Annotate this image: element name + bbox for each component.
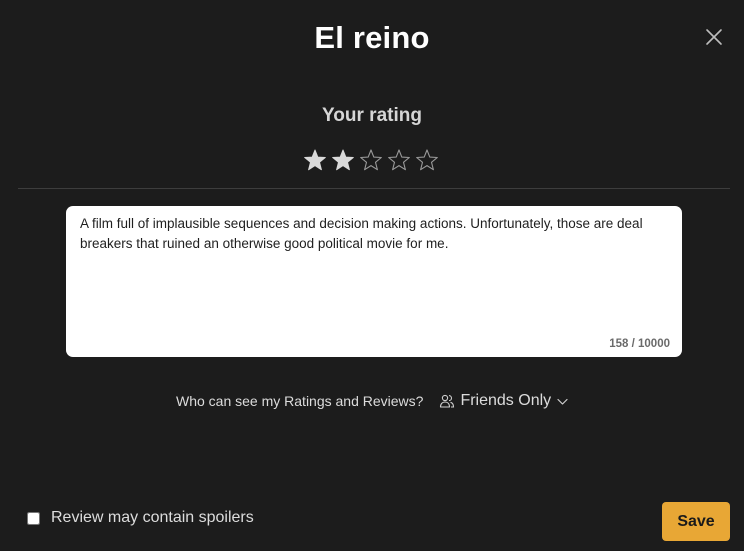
save-button[interactable]: Save [662, 502, 730, 541]
close-button[interactable] [704, 27, 724, 47]
star-empty-icon[interactable] [360, 148, 382, 172]
visibility-dropdown[interactable]: Friends Only [439, 392, 569, 410]
rating-label: Your rating [322, 105, 422, 126]
star-rating[interactable] [304, 148, 438, 172]
spoiler-label[interactable]: Review may contain spoilers [51, 509, 254, 527]
spoiler-row: Review may contain spoilers [27, 509, 254, 527]
review-textarea[interactable] [80, 214, 670, 324]
people-icon [440, 394, 455, 408]
character-counter: 158 / 10000 [609, 338, 670, 350]
close-icon [706, 29, 722, 45]
star-empty-icon[interactable] [416, 148, 438, 172]
star-empty-icon[interactable] [388, 148, 410, 172]
spoiler-checkbox[interactable] [27, 511, 40, 525]
star-filled-icon[interactable] [332, 148, 354, 172]
review-box: 158 / 10000 [66, 206, 682, 357]
visibility-row: Who can see my Ratings and Reviews? Frie… [176, 392, 569, 410]
divider [18, 188, 730, 189]
dialog-title: El reino [314, 20, 430, 55]
visibility-value: Friends Only [460, 392, 552, 409]
chevron-down-icon [557, 398, 568, 405]
visibility-label: Who can see my Ratings and Reviews? [176, 393, 424, 409]
star-filled-icon[interactable] [304, 148, 326, 172]
